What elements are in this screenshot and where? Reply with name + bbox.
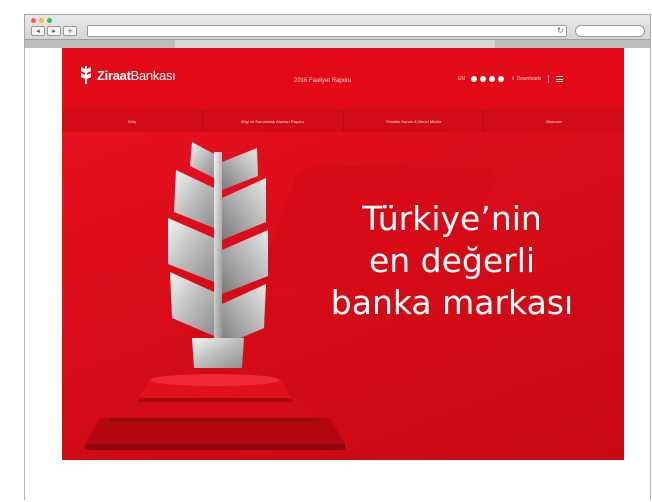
social-icon[interactable]: [497, 76, 504, 82]
divider: [548, 75, 550, 83]
hero-banner: Türkiye’nin en değerli banka markası: [62, 132, 624, 460]
share-button[interactable]: +: [63, 26, 77, 36]
back-button[interactable]: ◂: [31, 26, 45, 36]
hero-headline: Türkiye’nin en değerli banka markası: [287, 198, 617, 324]
wheat-trophy-icon: [168, 142, 268, 368]
minimize-window-button[interactable]: [39, 18, 44, 23]
nav-item-yonetim[interactable]: Yönetim Kurulu & Genel Müdür: [343, 110, 485, 132]
nav-item-bilgi[interactable]: Bilgi ve Sorumluluk Alanları Raporu: [202, 110, 344, 132]
address-bar[interactable]: [87, 25, 567, 37]
headline-line: Türkiye’nin: [362, 199, 542, 238]
wheat-logo-icon: [81, 66, 91, 84]
nav-item-ekonomi[interactable]: Ekonomi: [484, 110, 624, 132]
nav-item-giris[interactable]: Giriş: [62, 110, 203, 132]
maximize-window-button[interactable]: [47, 18, 52, 23]
browser-window-chrome: ◂ ▸ + ↻: [24, 14, 651, 49]
report-title: 2016 Faaliyet Raporu: [294, 78, 352, 84]
site-logo[interactable]: ZiraatBankası: [80, 66, 176, 84]
header-utilities: EN ⇩ Downloads: [458, 75, 564, 83]
close-window-button[interactable]: [31, 18, 36, 23]
window-controls[interactable]: [31, 18, 52, 23]
browser-search-field[interactable]: [575, 25, 645, 37]
podium-graphic: [85, 374, 345, 450]
social-icon[interactable]: [470, 76, 477, 82]
reload-icon[interactable]: ↻: [557, 26, 564, 35]
browser-nav-buttons: ◂ ▸ +: [31, 26, 77, 36]
language-switch[interactable]: EN: [458, 76, 465, 82]
main-nav: Giriş Bilgi ve Sorumluluk Alanları Rapor…: [62, 110, 624, 132]
website: ZiraatBankası 2016 Faaliyet Raporu EN ⇩ …: [62, 48, 624, 460]
menu-icon[interactable]: [556, 76, 564, 82]
headline-line: banka markası: [330, 283, 574, 322]
social-icon[interactable]: [488, 76, 495, 82]
forward-button[interactable]: ▸: [47, 26, 61, 36]
site-header: ZiraatBankası 2016 Faaliyet Raporu EN ⇩ …: [62, 48, 624, 110]
download-label: Downloads: [516, 76, 542, 82]
download-link[interactable]: ⇩ Downloads: [511, 76, 541, 82]
logo-text: ZiraatBankası: [97, 67, 176, 83]
social-icon[interactable]: [479, 76, 486, 82]
headline-line: en değerli: [368, 241, 536, 280]
